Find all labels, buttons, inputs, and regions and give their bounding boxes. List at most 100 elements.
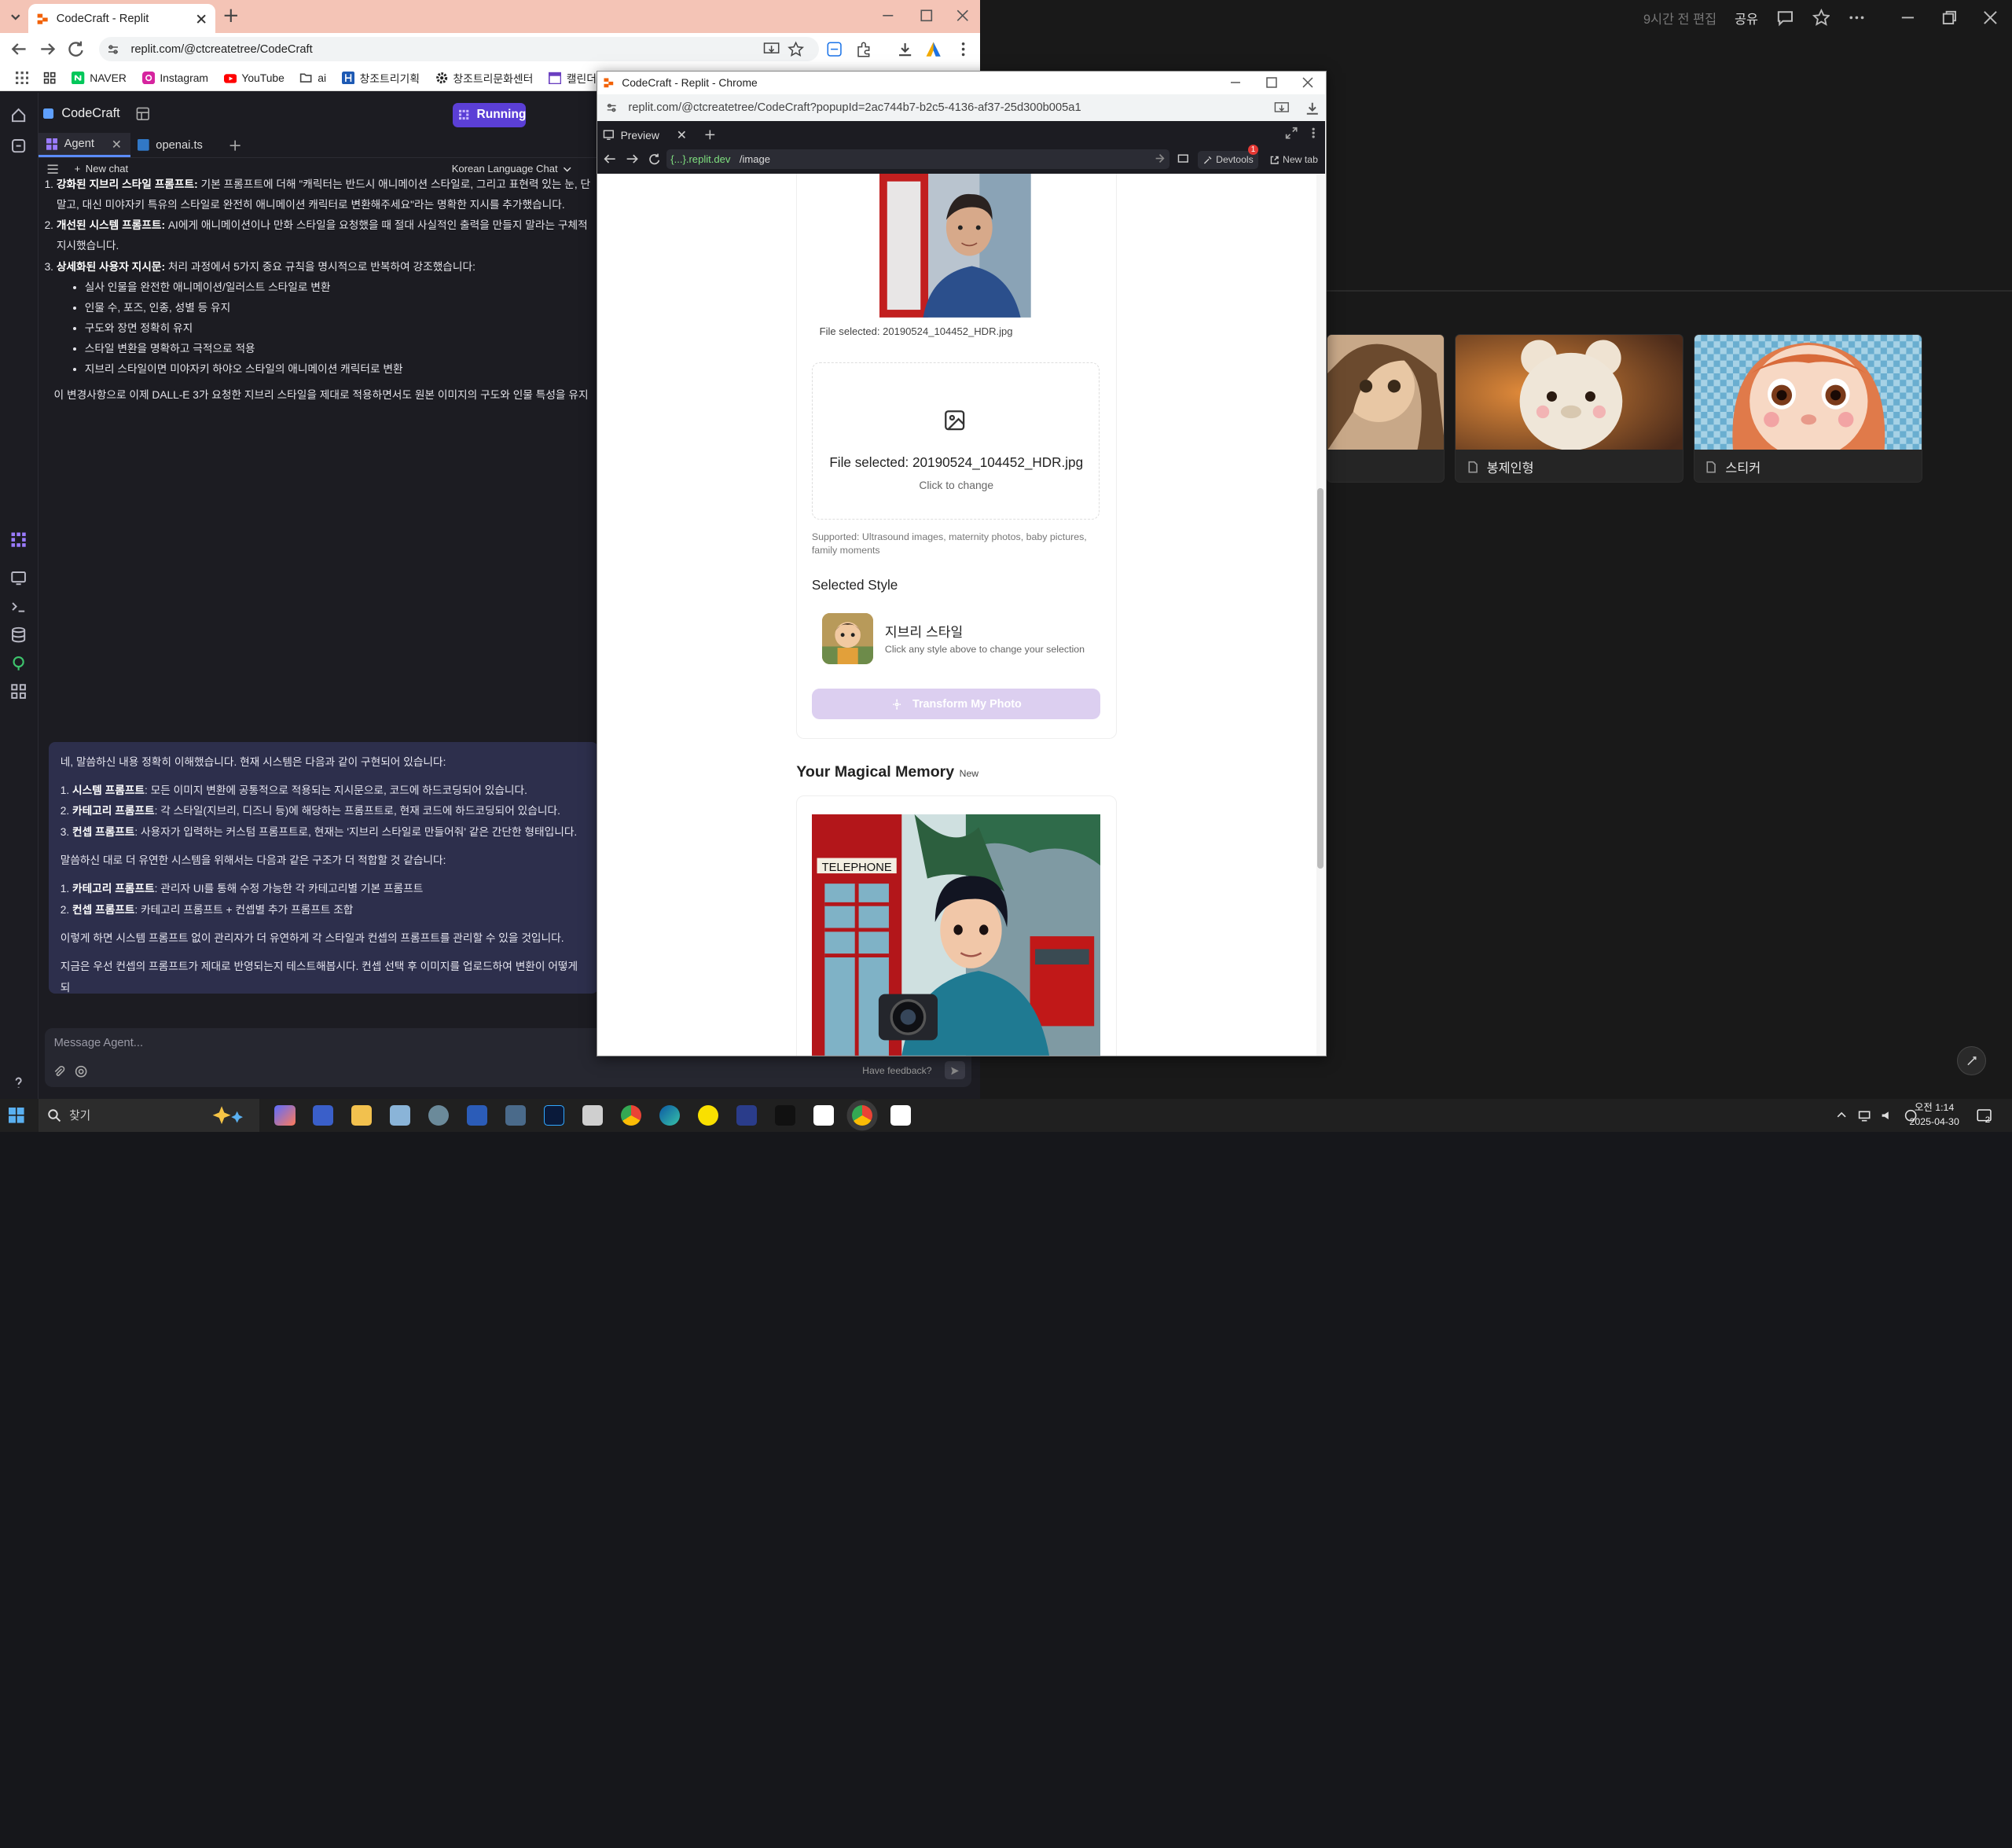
- star-icon[interactable]: [1812, 9, 1830, 27]
- popup-url-bar[interactable]: replit.com/@ctcreatetree/CodeCraft?popup…: [597, 94, 1325, 122]
- chat-title-dropdown[interactable]: Korean Language Chat: [452, 163, 572, 175]
- apps-bookmark[interactable]: [15, 71, 28, 85]
- preview-icon[interactable]: [10, 570, 27, 586]
- scrollbar-thumb[interactable]: [1317, 488, 1324, 869]
- close-tab-icon[interactable]: [195, 13, 207, 25]
- agent-icon[interactable]: [10, 531, 27, 548]
- tab-openai-ts[interactable]: openai.ts: [130, 133, 211, 157]
- reload-icon[interactable]: [67, 40, 85, 58]
- chrome-active-app-icon[interactable]: [852, 1104, 873, 1126]
- close-icon[interactable]: [1981, 9, 1999, 27]
- database-icon[interactable]: [10, 626, 27, 643]
- transform-button[interactable]: Transform My Photo: [811, 689, 1101, 720]
- forward-icon[interactable]: [39, 40, 57, 58]
- bookmark-instagram[interactable]: Instagram: [141, 71, 208, 85]
- bookmark-calendar[interactable]: 캘린더: [548, 70, 597, 86]
- help-question-icon[interactable]: [10, 1075, 27, 1091]
- chrome-app-icon[interactable]: [621, 1104, 642, 1126]
- bookmark-star-icon[interactable]: [788, 41, 805, 57]
- site-info-icon[interactable]: [106, 42, 120, 57]
- selected-style[interactable]: 지브리 스타일 Click any style above to change …: [821, 612, 1104, 665]
- notion-app-icon[interactable]: [813, 1104, 835, 1126]
- url-field[interactable]: replit.com/@ctcreatetree/CodeCraft: [98, 37, 819, 62]
- forward-icon[interactable]: [626, 152, 638, 165]
- kakaotalk-app-icon[interactable]: [698, 1104, 719, 1126]
- back-icon[interactable]: [604, 152, 616, 165]
- home-icon[interactable]: [10, 107, 27, 123]
- edge-app-icon[interactable]: [659, 1104, 681, 1126]
- volume-icon[interactable]: [1881, 1109, 1893, 1122]
- project-name[interactable]: CodeCraft: [43, 106, 120, 121]
- new-tab-icon[interactable]: [223, 8, 239, 24]
- file-explorer-icon[interactable]: [351, 1104, 373, 1126]
- add-tab-icon[interactable]: [229, 139, 241, 152]
- preview-url-input[interactable]: {...}.replit.dev /image: [666, 149, 1170, 169]
- calculator-app-icon[interactable]: [313, 1104, 334, 1126]
- layout-icon[interactable]: [135, 106, 151, 122]
- menu-icon[interactable]: [955, 41, 971, 57]
- new-chat-button[interactable]: + New chat: [75, 163, 129, 175]
- back-icon[interactable]: [10, 40, 28, 58]
- download-icon[interactable]: [1305, 101, 1320, 116]
- style-card-sticker[interactable]: 스티커: [1694, 333, 1922, 483]
- close-icon[interactable]: [676, 129, 688, 141]
- minimize-icon[interactable]: [880, 8, 896, 24]
- scrollbar[interactable]: [1316, 174, 1325, 1056]
- shell-icon[interactable]: [10, 598, 27, 615]
- close-window-icon[interactable]: [1301, 75, 1315, 90]
- profile-icon[interactable]: [925, 41, 942, 57]
- expand-icon[interactable]: [1285, 127, 1298, 139]
- style-card-plush[interactable]: 봉제인형: [1455, 333, 1684, 483]
- site-info-icon[interactable]: [605, 101, 618, 114]
- maximize-icon[interactable]: [1265, 75, 1279, 90]
- feedback-link[interactable]: Have feedback?: [862, 1065, 931, 1076]
- network-icon[interactable]: [1858, 1109, 1871, 1122]
- share-button[interactable]: 공유: [1735, 9, 1758, 28]
- tab-agent[interactable]: Agent: [38, 133, 130, 158]
- notion-app-icon[interactable]: [890, 1104, 912, 1126]
- minimize-icon[interactable]: [1228, 75, 1243, 90]
- mention-icon[interactable]: [75, 1065, 87, 1078]
- app-icon[interactable]: [505, 1104, 527, 1126]
- minimize-icon[interactable]: [1899, 9, 1917, 27]
- bookmark-folder-ai[interactable]: ai: [299, 72, 326, 84]
- taskbar-search[interactable]: 찾기: [38, 1098, 259, 1133]
- copilot-app-icon[interactable]: [274, 1104, 296, 1126]
- app-icon[interactable]: [775, 1104, 796, 1126]
- bookmark-center[interactable]: 창조트리문화센터: [435, 70, 533, 86]
- bookmark-plan[interactable]: 창조트리기획: [341, 70, 420, 86]
- powershell-app-icon[interactable]: [736, 1104, 758, 1126]
- style-card[interactable]: [1327, 333, 1445, 483]
- camera-app-icon[interactable]: [582, 1104, 604, 1126]
- close-icon[interactable]: [111, 138, 123, 150]
- screen-icon[interactable]: [1177, 153, 1189, 165]
- tab-search-icon[interactable]: [8, 9, 24, 24]
- bookmark-naver[interactable]: NAVER: [72, 71, 127, 85]
- bookmark-youtube[interactable]: YouTube: [223, 72, 285, 84]
- download-icon[interactable]: [897, 41, 913, 57]
- upload-dropzone[interactable]: File selected: 20190524_104452_HDR.jpg C…: [811, 362, 1100, 520]
- install-icon[interactable]: [1274, 101, 1290, 116]
- app-icon[interactable]: [428, 1104, 450, 1126]
- system-clock[interactable]: 오전 1:14 2025-04-30: [1909, 1101, 1959, 1130]
- send-button[interactable]: [944, 1061, 965, 1080]
- run-button[interactable]: Running: [453, 102, 527, 127]
- extensions-icon[interactable]: [856, 41, 872, 57]
- extension-sync-icon[interactable]: [826, 41, 843, 57]
- workspace-icon[interactable]: [10, 138, 27, 154]
- comment-icon[interactable]: [1776, 9, 1794, 27]
- close-window-icon[interactable]: [955, 8, 971, 24]
- maximize-icon[interactable]: [919, 8, 934, 24]
- attach-icon[interactable]: [53, 1065, 65, 1078]
- all-tools-icon[interactable]: [10, 683, 27, 700]
- word-app-icon[interactable]: [467, 1104, 488, 1126]
- more-icon[interactable]: [1848, 9, 1866, 27]
- notepad-app-icon[interactable]: [390, 1104, 411, 1126]
- photoshop-app-icon[interactable]: [544, 1104, 565, 1126]
- more-vertical-icon[interactable]: [1307, 127, 1320, 139]
- reload-icon[interactable]: [648, 152, 660, 165]
- new-tab-button[interactable]: New tab: [1265, 151, 1323, 169]
- tab-preview[interactable]: Preview: [603, 124, 716, 146]
- deploy-icon[interactable]: [10, 655, 27, 671]
- add-tab-icon[interactable]: [704, 129, 716, 141]
